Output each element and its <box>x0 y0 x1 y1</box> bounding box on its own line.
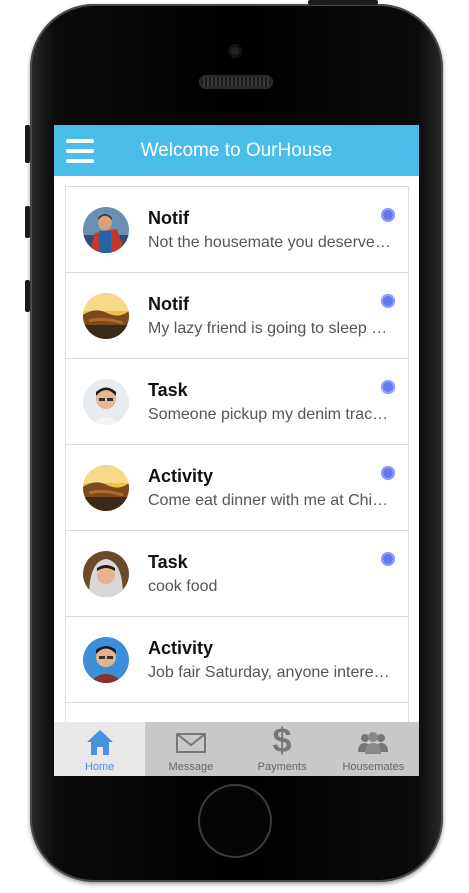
avatar <box>83 293 129 339</box>
list-item[interactable]: Task cook food <box>66 531 408 617</box>
tab-home[interactable]: Home <box>54 722 146 776</box>
app-screen: Welcome to OurHouse Notif Not the housem… <box>54 125 419 776</box>
list-item[interactable]: Notif My lazy friend is going to sleep o… <box>66 273 408 359</box>
avatar <box>83 379 129 425</box>
item-message: Someone pickup my denim tracksuit from t… <box>148 406 394 423</box>
envelope-icon <box>175 733 206 753</box>
avatar <box>83 207 129 253</box>
power-button[interactable] <box>308 0 378 5</box>
bottom-tab-bar: Home Message $ Payments Housemates <box>54 722 419 776</box>
item-type: Notif <box>148 294 189 314</box>
item-message: cook food <box>148 578 218 595</box>
volume-up-button[interactable] <box>25 206 30 238</box>
item-type: Task <box>148 380 188 400</box>
item-type: Activity <box>148 638 214 658</box>
avatar <box>83 637 129 683</box>
list-item[interactable]: Notif Not the housemate you deserve, but… <box>66 187 408 273</box>
item-type: Activity <box>148 466 214 486</box>
tab-message[interactable]: Message <box>145 722 236 776</box>
volume-down-button[interactable] <box>25 280 30 312</box>
home-icon <box>86 730 113 755</box>
list-item[interactable]: Activity Job fair Saturday, anyone inter… <box>66 617 408 703</box>
tab-payments[interactable]: $ Payments <box>237 722 328 776</box>
tab-label: Home <box>84 761 115 773</box>
list-item[interactable]: Activity Come eat dinner with me at Chip… <box>66 445 408 531</box>
front-camera <box>228 44 242 58</box>
unread-indicator <box>381 380 395 394</box>
hamburger-menu-icon[interactable] <box>66 139 94 163</box>
item-message: Come eat dinner with me at Chipotle toni… <box>148 492 394 509</box>
feed-list: Notif Not the housemate you deserve, but… <box>65 186 409 727</box>
item-type: Notif <box>148 208 189 228</box>
unread-indicator <box>381 208 395 222</box>
item-message: My lazy friend is going to sleep on the … <box>148 320 394 337</box>
tab-label: Payments <box>257 761 307 773</box>
avatar <box>83 465 129 511</box>
dollar-icon: $ <box>272 722 292 760</box>
tab-label: Housemates <box>342 761 405 773</box>
home-hardware-button[interactable] <box>198 784 272 858</box>
unread-indicator <box>381 294 395 308</box>
app-header: Welcome to OurHouse <box>54 125 419 176</box>
people-icon <box>358 732 389 754</box>
unread-indicator <box>381 466 395 480</box>
tab-housemates[interactable]: Housemates <box>328 722 419 776</box>
list-item[interactable]: Task Someone pickup my denim tracksuit f… <box>66 359 408 445</box>
earpiece-speaker <box>199 75 273 89</box>
unread-indicator <box>381 552 395 566</box>
item-message: Not the housemate you deserve, but the o… <box>148 234 394 251</box>
avatar <box>83 551 129 597</box>
page-title: Welcome to OurHouse <box>140 140 333 161</box>
tab-label: Message <box>168 761 214 773</box>
mute-switch[interactable] <box>25 125 30 163</box>
item-message: Job fair Saturday, anyone interested? <box>148 664 394 681</box>
item-type: Task <box>148 552 188 572</box>
